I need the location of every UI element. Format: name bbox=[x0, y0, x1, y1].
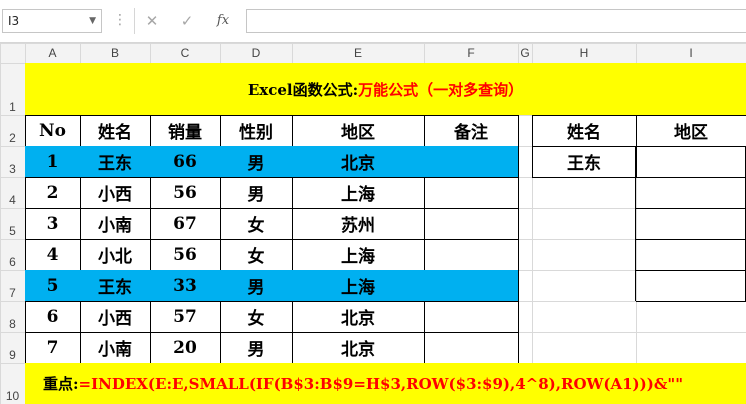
table-cell[interactable]: 男 bbox=[220, 332, 292, 363]
title-highlight-text: 万能公式（一对多查询） bbox=[358, 80, 524, 99]
table-cell[interactable] bbox=[424, 239, 518, 270]
lookup-header-region[interactable]: 地区 bbox=[636, 115, 746, 146]
row-header-2[interactable]: 2 bbox=[0, 115, 25, 146]
table-cell[interactable]: 56 bbox=[150, 177, 220, 208]
row-header-4[interactable]: 4 bbox=[0, 177, 25, 208]
column-header-i[interactable]: I bbox=[636, 43, 746, 63]
table-cell[interactable]: 女 bbox=[220, 239, 292, 270]
table-cell[interactable]: 苏州 bbox=[292, 208, 424, 239]
table-cell[interactable]: 67 bbox=[150, 208, 220, 239]
table-cell[interactable]: 小南 bbox=[80, 332, 150, 363]
table-cell[interactable]: 上海 bbox=[292, 270, 424, 301]
table-cell[interactable]: 北京 bbox=[292, 301, 424, 332]
table-cell[interactable]: 1 bbox=[25, 146, 80, 177]
table-cell[interactable]: 小北 bbox=[80, 239, 150, 270]
column-header-b[interactable]: B bbox=[80, 43, 150, 63]
name-box[interactable]: I3 ▼ bbox=[2, 9, 102, 33]
table-cell[interactable]: 7 bbox=[25, 332, 80, 363]
table-cell[interactable]: 33 bbox=[150, 270, 220, 301]
row-header-6[interactable]: 6 bbox=[0, 239, 25, 270]
cancel-icon[interactable]: ✕ bbox=[137, 9, 167, 33]
table-cell[interactable]: 6 bbox=[25, 301, 80, 332]
more-options-icon[interactable]: ⋮ bbox=[112, 9, 128, 33]
table-cell[interactable]: 女 bbox=[220, 208, 292, 239]
header-gender[interactable]: 性别 bbox=[220, 115, 292, 146]
table-cell[interactable]: 20 bbox=[150, 332, 220, 363]
table-cell[interactable] bbox=[424, 270, 518, 301]
row-header-3[interactable]: 3 bbox=[0, 146, 25, 177]
table-cell[interactable]: 5 bbox=[25, 270, 80, 301]
enter-icon[interactable]: ✓ bbox=[172, 9, 202, 33]
table-cell[interactable]: 男 bbox=[220, 270, 292, 301]
row-header-10[interactable]: 10 bbox=[0, 363, 25, 404]
table-cell[interactable]: 上海 bbox=[292, 177, 424, 208]
table-cell[interactable]: 王东 bbox=[80, 270, 150, 301]
row-header-1[interactable]: 1 bbox=[0, 63, 25, 115]
formula-bar: I3 ▼ ⋮ ✕ ✓ fx bbox=[0, 0, 746, 43]
header-region[interactable]: 地区 bbox=[292, 115, 424, 146]
row-header-5[interactable]: 5 bbox=[0, 208, 25, 239]
table-cell[interactable]: 4 bbox=[25, 239, 80, 270]
table-cell[interactable]: 男 bbox=[220, 177, 292, 208]
table-cell[interactable]: 王东 bbox=[80, 146, 150, 177]
table-cell[interactable] bbox=[424, 208, 518, 239]
table-cell[interactable]: 小西 bbox=[80, 177, 150, 208]
row-header-7[interactable]: 7 bbox=[0, 270, 25, 301]
table-cell[interactable]: 男 bbox=[220, 146, 292, 177]
table-cell[interactable]: 上海 bbox=[292, 239, 424, 270]
select-all-corner[interactable] bbox=[0, 43, 25, 63]
table-cell[interactable]: 北京 bbox=[292, 332, 424, 363]
row-header-9[interactable]: 9 bbox=[0, 332, 25, 363]
column-header-g[interactable]: G bbox=[518, 43, 532, 63]
table-cell[interactable]: 北京 bbox=[292, 146, 424, 177]
note-label: 重点: bbox=[43, 375, 79, 393]
name-box-value: I3 bbox=[8, 14, 20, 28]
column-header-f[interactable]: F bbox=[424, 43, 518, 63]
formula-input[interactable] bbox=[246, 9, 746, 33]
table-cell[interactable] bbox=[424, 301, 518, 332]
column-header-d[interactable]: D bbox=[220, 43, 292, 63]
note-cell[interactable]: 重点: =INDEX(E:E,SMALL(IF(B$3:B$9=H$3,ROW($… bbox=[25, 363, 746, 404]
insert-function-icon[interactable]: fx bbox=[208, 9, 238, 33]
header-no[interactable]: No bbox=[25, 115, 80, 146]
table-cell[interactable] bbox=[424, 177, 518, 208]
spreadsheet-grid[interactable]: A B C D E F G H I 1 2 3 4 5 6 7 8 9 10 E… bbox=[0, 43, 746, 404]
header-note[interactable]: 备注 bbox=[424, 115, 518, 146]
title-text: Excel函数公式: bbox=[247, 80, 359, 99]
table-cell[interactable]: 57 bbox=[150, 301, 220, 332]
lookup-name-cell[interactable]: 王东 bbox=[532, 146, 636, 177]
lookup-result-cell[interactable] bbox=[636, 146, 746, 177]
note-formula: =INDEX(E:E,SMALL(IF(B$3:B$9=H$3,ROW($3:$… bbox=[78, 374, 684, 393]
title-cell[interactable]: Excel函数公式: 万能公式（一对多查询） bbox=[25, 63, 746, 115]
table-cell[interactable]: 女 bbox=[220, 301, 292, 332]
lookup-header-name[interactable]: 姓名 bbox=[532, 115, 636, 146]
table-cell[interactable]: 小南 bbox=[80, 208, 150, 239]
table-cell[interactable]: 小西 bbox=[80, 301, 150, 332]
column-header-c[interactable]: C bbox=[150, 43, 220, 63]
table-cell[interactable]: 3 bbox=[25, 208, 80, 239]
column-header-e[interactable]: E bbox=[292, 43, 424, 63]
table-cell[interactable] bbox=[424, 332, 518, 363]
table-cell[interactable]: 56 bbox=[150, 239, 220, 270]
column-header-h[interactable]: H bbox=[532, 43, 636, 63]
column-header-a[interactable]: A bbox=[25, 43, 80, 63]
formula-bar-divider bbox=[134, 8, 135, 34]
header-name[interactable]: 姓名 bbox=[80, 115, 150, 146]
table-cell[interactable] bbox=[424, 146, 518, 177]
row-header-8[interactable]: 8 bbox=[0, 301, 25, 332]
chevron-down-icon[interactable]: ▼ bbox=[89, 10, 96, 32]
table-cell[interactable]: 66 bbox=[150, 146, 220, 177]
table-cell[interactable]: 2 bbox=[25, 177, 80, 208]
header-sales[interactable]: 销量 bbox=[150, 115, 220, 146]
